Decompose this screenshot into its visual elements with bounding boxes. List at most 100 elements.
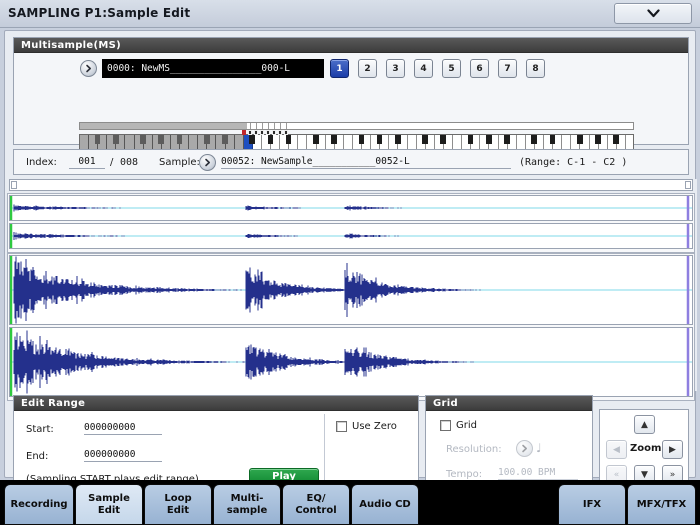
keyboard-black-key[interactable]	[440, 135, 447, 144]
multisample-index-tab-1[interactable]: 1	[330, 59, 349, 78]
keyboard-black-key[interactable]	[595, 135, 601, 144]
keyboard-black-key[interactable]	[549, 135, 556, 144]
tab-label-line1: Multi-	[230, 492, 264, 504]
waveform-pane-detail-right[interactable]	[9, 327, 693, 397]
keyboard-white-key[interactable]	[125, 135, 135, 149]
waveform-horizontal-scrollbar[interactable]	[9, 179, 693, 191]
waveform-scroll-right-handle[interactable]	[685, 181, 691, 189]
keyboard-black-key[interactable]	[140, 135, 146, 144]
use-zero-label: Use Zero	[352, 421, 397, 432]
sample-select-button[interactable]	[199, 154, 216, 171]
keyboard-white-key[interactable]	[516, 135, 526, 149]
keyboard-black-key[interactable]	[358, 135, 365, 144]
keyboard-white-key[interactable]	[298, 135, 308, 149]
keyboard-white-key[interactable]	[234, 135, 244, 149]
grid-checkbox[interactable]	[440, 420, 451, 431]
keyboard-black-key[interactable]	[313, 135, 319, 144]
keyboard-black-key[interactable]	[576, 135, 583, 144]
keyboard-range-start-marker	[241, 130, 246, 135]
keyboard-black-key[interactable]	[112, 135, 119, 144]
keyboard-black-key[interactable]	[94, 135, 101, 144]
sample-name-field[interactable]: 00052: NewSample___________0052-L	[221, 153, 511, 169]
zoom-horizontal-out-button[interactable]: ◀	[606, 440, 627, 459]
keyboard-white-key[interactable]	[562, 135, 572, 149]
keyboard-range-tick	[261, 123, 263, 129]
chevron-down-icon	[646, 9, 660, 18]
tab-sampleedit[interactable]: Sample Edit	[75, 484, 143, 525]
tab-ifx[interactable]: IFX	[558, 484, 626, 525]
keyboard-black-key[interactable]	[267, 135, 274, 144]
keyboard-black-key[interactable]	[158, 135, 165, 144]
popup-arrow-icon	[199, 154, 216, 171]
ms-select-button[interactable]	[80, 60, 97, 77]
keyboard-black-key[interactable]	[331, 135, 337, 144]
waveform-pane-overview-left[interactable]	[9, 195, 693, 221]
multisample-index-tab-4[interactable]: 4	[414, 59, 433, 78]
keyboard-black-key[interactable]	[285, 135, 292, 144]
tab-loopedit[interactable]: Loop Edit	[144, 484, 212, 525]
keyboard-range-tick	[273, 123, 275, 129]
multisample-index-tab-6[interactable]: 6	[470, 59, 489, 78]
keyboard-black-key[interactable]	[422, 135, 428, 144]
key-range-readout: (Range: C-1 - C2 )	[519, 157, 628, 168]
keyboard-black-key[interactable]	[176, 135, 183, 144]
multisample-index-tab-5[interactable]: 5	[442, 59, 461, 78]
index-value-field[interactable]: 001	[69, 154, 105, 169]
waveform-scroll-left-handle[interactable]	[11, 181, 17, 189]
use-zero-checkbox[interactable]	[336, 421, 347, 432]
tab-multi-sample[interactable]: Multi-sample	[213, 484, 281, 525]
keyboard-white-key[interactable]	[625, 135, 633, 149]
use-zero-checkbox-row[interactable]: Use Zero	[336, 421, 397, 432]
tab-eq-control[interactable]: EQ/Control	[282, 484, 350, 525]
tab-label-line1: IFX	[582, 498, 602, 510]
keyboard-white-key[interactable]	[407, 135, 417, 149]
tab-mfx-tfx[interactable]: MFX/TFX	[627, 484, 696, 525]
tab-label-line1: Sample	[88, 492, 130, 504]
page-menu-dropdown-button[interactable]	[614, 3, 692, 24]
keyboard-black-key[interactable]	[531, 135, 538, 144]
keyboard-white-key[interactable]	[453, 135, 463, 149]
keyboard-white-key[interactable]	[80, 135, 90, 149]
zoom-vertical-in-button[interactable]: ▲	[634, 415, 655, 434]
keyboard-black-key[interactable]	[467, 135, 474, 144]
keyboard-range-widget[interactable]	[79, 122, 634, 158]
multisample-index-tab-8[interactable]: 8	[526, 59, 545, 78]
keyboard-range-bar[interactable]	[79, 122, 634, 130]
keyboard-black-key[interactable]	[249, 135, 256, 144]
keyboard-black-key[interactable]	[504, 135, 510, 144]
keyboard-black-key[interactable]	[485, 135, 492, 144]
keyboard-black-key[interactable]	[376, 135, 383, 144]
grid-header: Grid	[426, 396, 592, 411]
tab-label-line1: MFX/TFX	[636, 498, 687, 510]
keyboard-black-key[interactable]	[394, 135, 401, 144]
waveform-pane-detail-left[interactable]	[9, 255, 693, 325]
tab-audio-cd[interactable]: Audio CD	[351, 484, 419, 525]
keyboard-range-tick	[249, 123, 251, 129]
tempo-value-field[interactable]: 100.00 BPM	[498, 465, 578, 480]
keyboard[interactable]	[79, 134, 634, 150]
waveform-pane-overview-right[interactable]	[9, 223, 693, 249]
main-panel: Multisample(MS) 0000: NewMS_____________…	[4, 30, 697, 491]
keyboard-zone-tick	[259, 130, 264, 135]
edit-range-divider	[324, 414, 325, 488]
multisample-index-tab-3[interactable]: 3	[386, 59, 405, 78]
waveform-area	[5, 179, 697, 401]
keyboard-zone-tick	[253, 130, 258, 135]
zoom-label: Zoom	[630, 443, 662, 454]
grid-checkbox-row[interactable]: Grid	[440, 420, 477, 431]
tab-recording[interactable]: Recording	[4, 484, 74, 525]
keyboard-black-key[interactable]	[203, 135, 210, 144]
start-value-field[interactable]: 000000000	[84, 420, 162, 435]
multisample-index-tab-2[interactable]: 2	[358, 59, 377, 78]
keyboard-white-key[interactable]	[189, 135, 199, 149]
resolution-select-button[interactable]	[516, 440, 533, 457]
end-value-field[interactable]: 000000000	[84, 447, 162, 462]
keyboard-white-key[interactable]	[343, 135, 353, 149]
tab-label-line1: Loop	[164, 492, 192, 504]
multisample-name-field[interactable]: 0000: NewMS________________000-L	[102, 59, 324, 78]
zoom-horizontal-in-button[interactable]: ▶	[662, 440, 683, 459]
tab-label-line1: EQ/	[306, 492, 326, 504]
multisample-index-tab-7[interactable]: 7	[498, 59, 517, 78]
keyboard-black-key[interactable]	[222, 135, 228, 144]
keyboard-black-key[interactable]	[613, 135, 619, 144]
